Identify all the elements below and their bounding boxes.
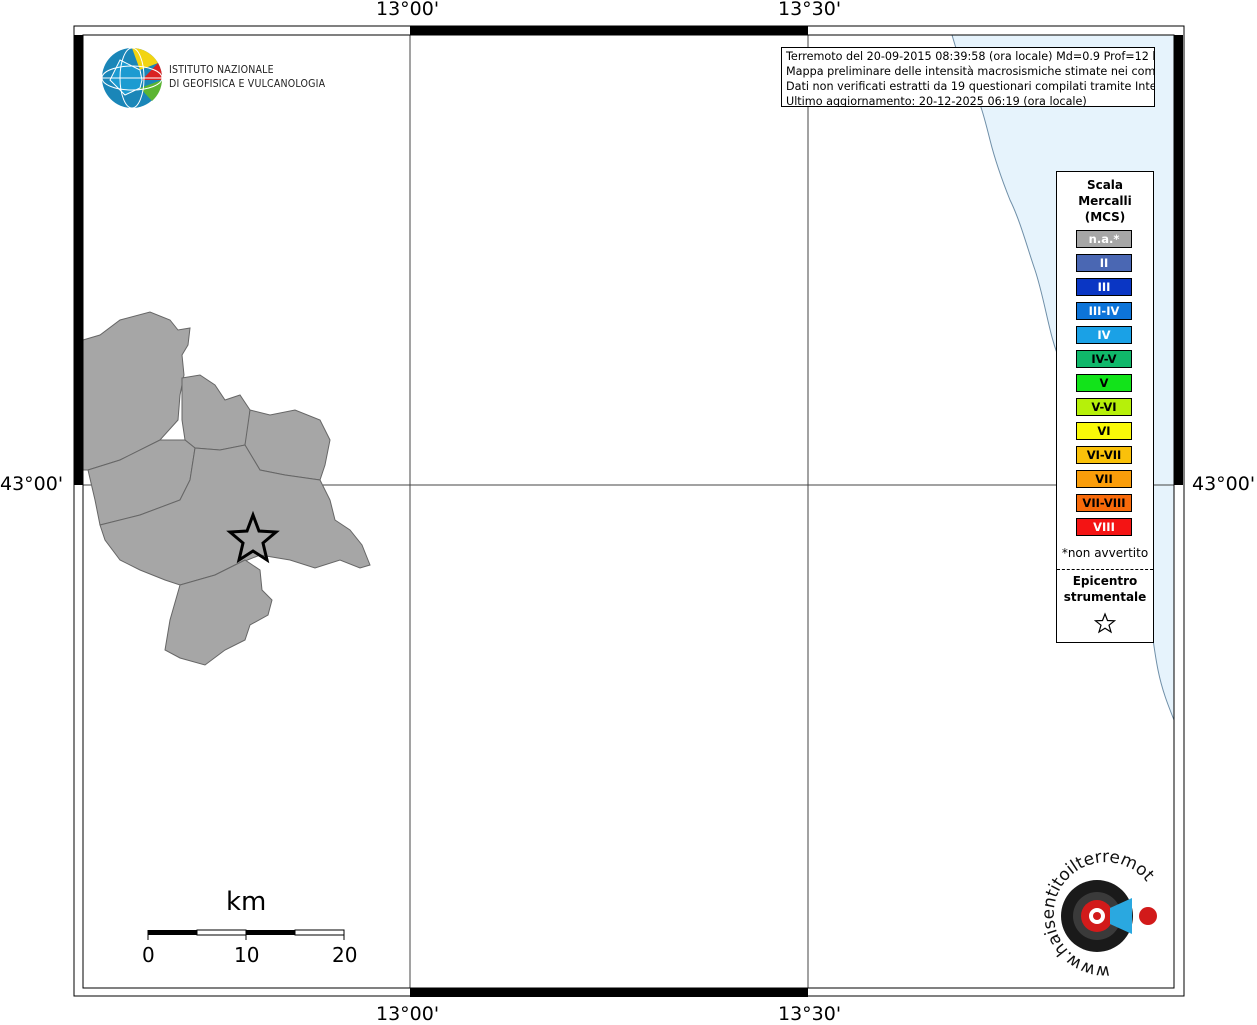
event-info-line: Mappa preliminare delle intensità macros… xyxy=(786,65,1155,78)
ingv-globe-icon xyxy=(101,47,163,109)
scale-tick-label: 20 xyxy=(332,943,358,967)
epicenter-label-line: strumentale xyxy=(1063,590,1147,604)
legend-title-line: Scala xyxy=(1086,178,1124,192)
scale-bar xyxy=(147,929,345,940)
earthquake-target-icon xyxy=(1061,880,1157,952)
legend-note: *non avvertito xyxy=(1061,546,1149,560)
lon-label-top-1: 13°00' xyxy=(376,0,440,20)
event-info-line: Dati non verificati estratti da 19 quest… xyxy=(786,80,1155,93)
intensity-legend: Scala Mercalli (MCS) n.a.* II III III-IV IV I… xyxy=(1056,171,1154,643)
legend-title-line: (MCS) xyxy=(1084,210,1126,224)
legend-swatch: VIII xyxy=(1076,518,1132,536)
legend-swatch: V-VI xyxy=(1076,398,1132,416)
event-info-line: Ultimo aggiornamento: 20-12-2025 06:19 (… xyxy=(786,95,1087,107)
lat-label-left: 43°00' xyxy=(0,473,64,495)
legend-swatch: II xyxy=(1076,254,1132,272)
legend-divider xyxy=(1057,569,1153,570)
ingv-logo-line2: DI GEOFISICA E VULCANOLOGIA xyxy=(169,78,326,90)
legend-swatch: n.a.* xyxy=(1076,230,1132,248)
municipality-area xyxy=(181,374,251,451)
lon-label-top-2: 13°30' xyxy=(778,0,842,20)
scale-tick-label: 10 xyxy=(234,943,260,967)
legend-swatch: VII-VIII xyxy=(1076,494,1132,512)
scale-unit: km xyxy=(226,887,267,917)
municipalities-na xyxy=(82,311,371,666)
legend-swatch: III xyxy=(1076,278,1132,296)
legend-swatch: IV xyxy=(1076,326,1132,344)
ingv-logo-line1: ISTITUTO NAZIONALE xyxy=(169,64,274,76)
lon-label-bottom-1: 13°00' xyxy=(376,1003,440,1025)
legend-swatch: IV-V xyxy=(1076,350,1132,368)
legend-swatch: VII xyxy=(1076,470,1132,488)
lon-label-bottom-2: 13°30' xyxy=(778,1003,842,1025)
legend-swatch: VI-VII xyxy=(1076,446,1132,464)
event-info-box: Terremoto del 20-09-2015 08:39:58 (ora l… xyxy=(781,47,1155,107)
legend-title-line: Mercalli xyxy=(1078,194,1132,208)
lat-label-right: 43°00' xyxy=(1192,473,1256,495)
star-outline-icon xyxy=(1094,612,1116,634)
legend-swatch: VI xyxy=(1076,422,1132,440)
legend-title: Scala Mercalli (MCS) xyxy=(1057,177,1153,225)
event-info-line: Terremoto del 20-09-2015 08:39:58 (ora l… xyxy=(786,50,1155,63)
legend-swatch: III-IV xyxy=(1076,302,1132,320)
epicenter-label-line: Epicentro xyxy=(1072,574,1138,588)
scale-tick-label: 0 xyxy=(142,943,155,967)
epicenter-label: Epicentro strumentale xyxy=(1057,573,1153,605)
legend-swatch: V xyxy=(1076,374,1132,392)
